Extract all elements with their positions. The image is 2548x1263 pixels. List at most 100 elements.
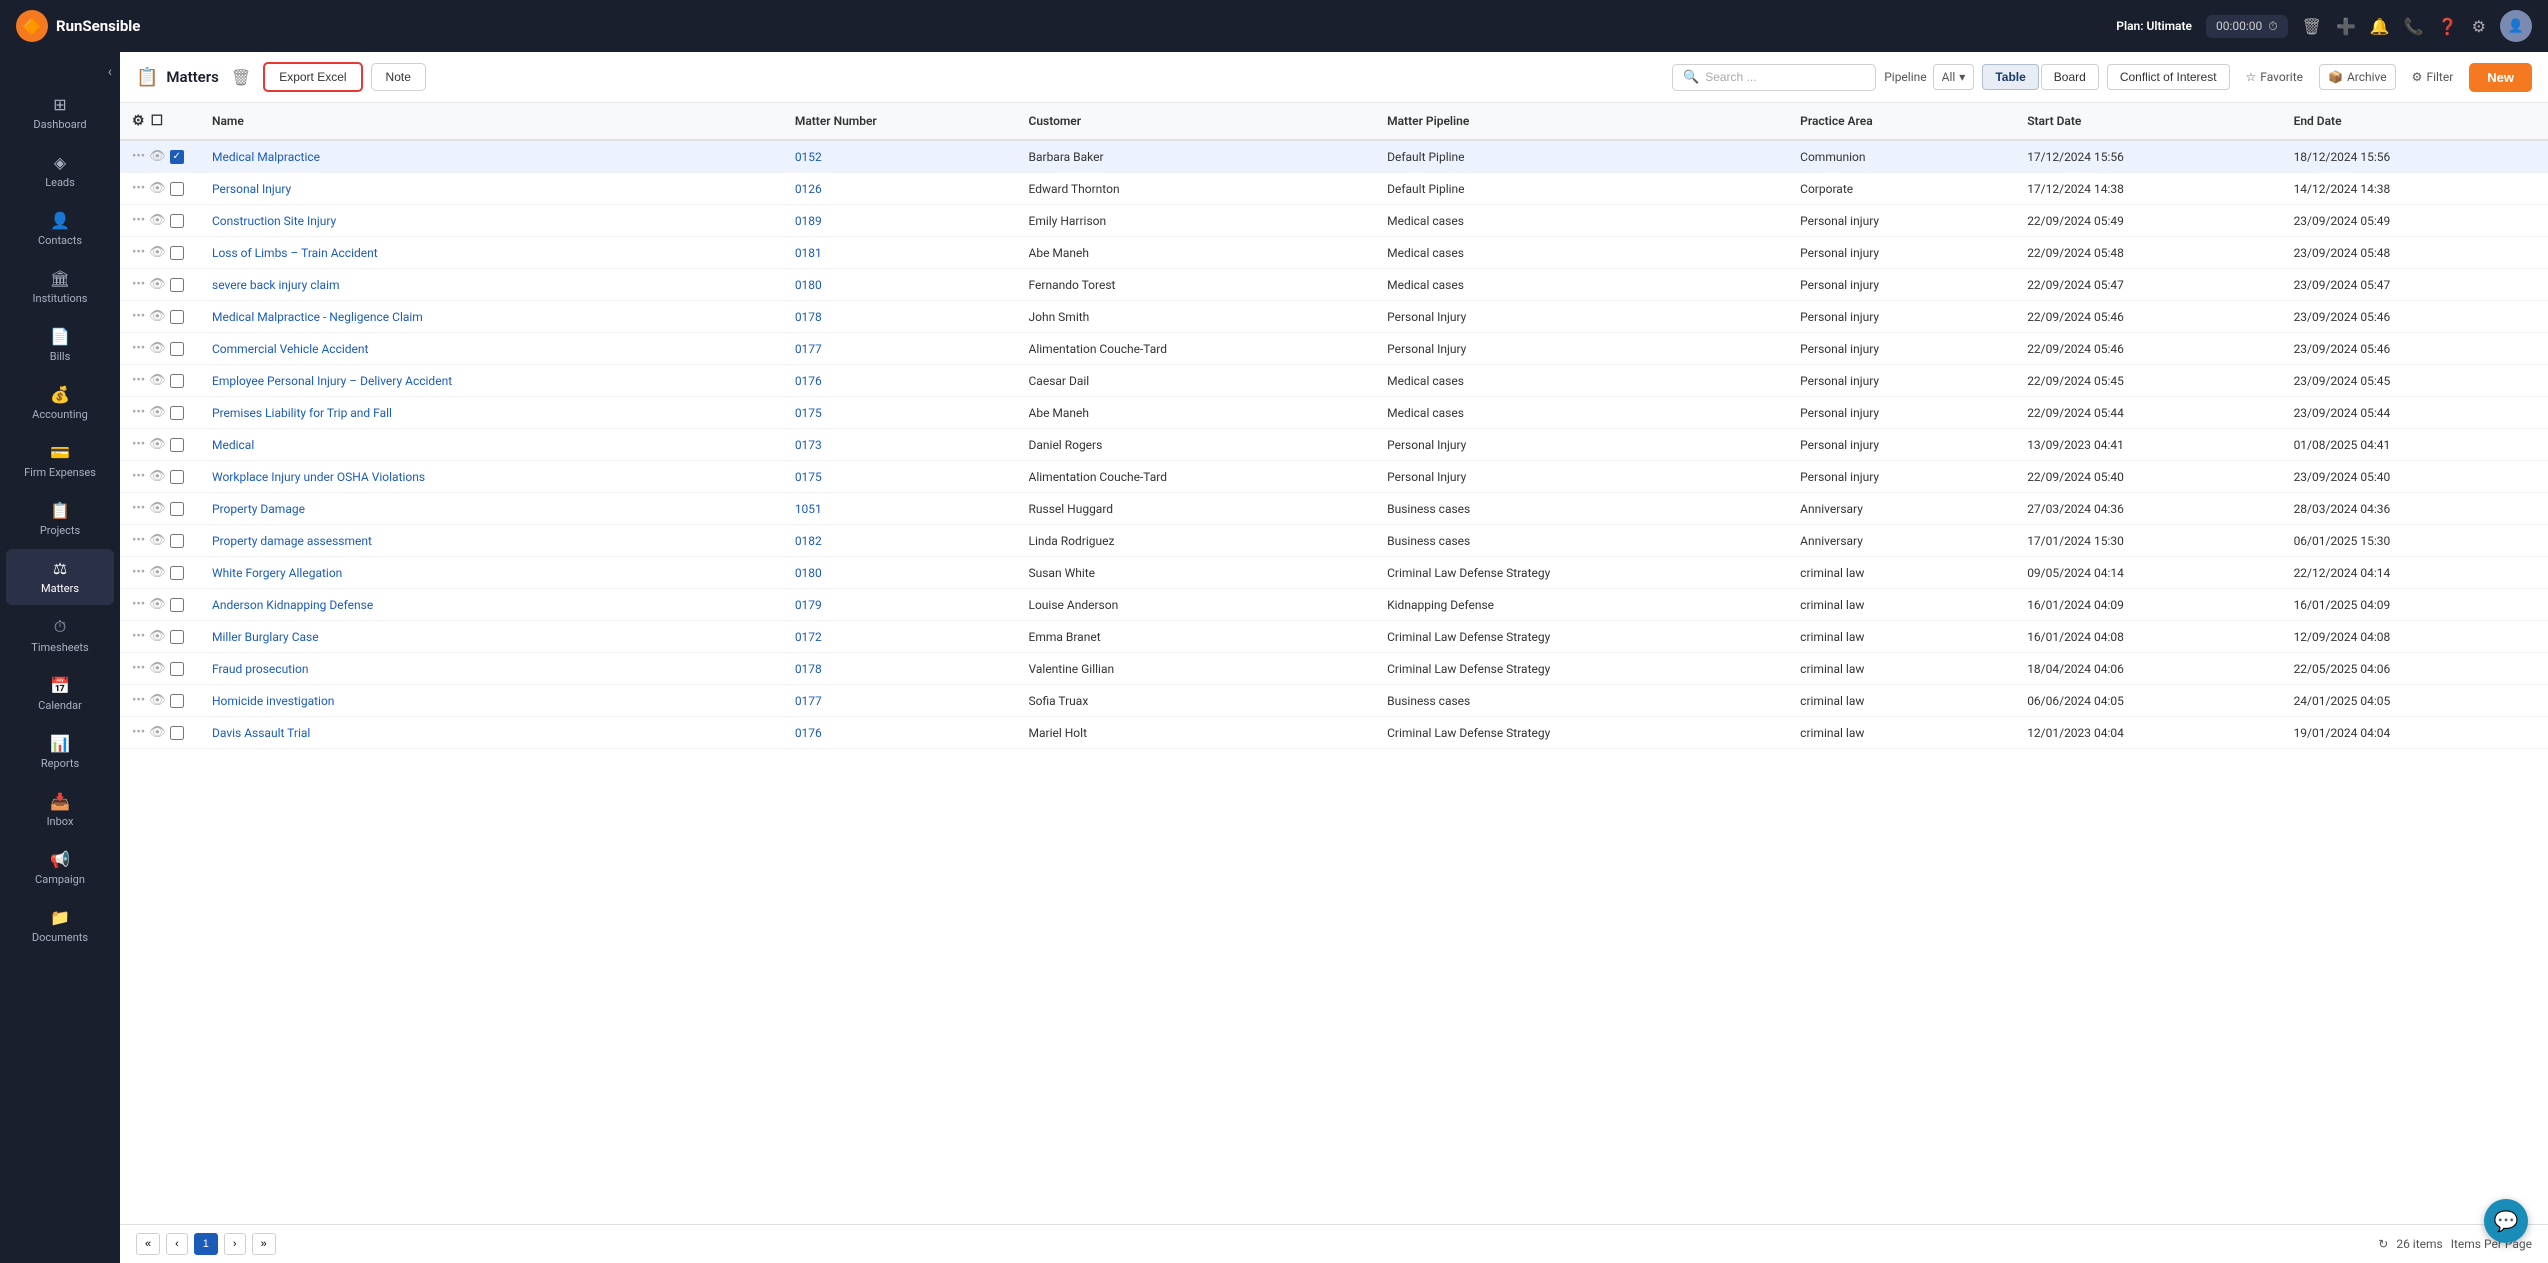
- row-more-icon[interactable]: •••: [132, 629, 145, 644]
- row-checkbox[interactable]: [170, 566, 184, 580]
- view-table-button[interactable]: Table: [1982, 64, 2038, 90]
- avatar[interactable]: 👤: [2500, 10, 2532, 42]
- bell-icon[interactable]: 🔔: [2370, 17, 2390, 36]
- sidebar-item-projects[interactable]: 📋 Projects: [6, 491, 114, 547]
- row-checkbox[interactable]: [170, 438, 184, 452]
- row-checkbox[interactable]: [170, 598, 184, 612]
- row-more-icon[interactable]: •••: [132, 245, 145, 260]
- row-eye-icon[interactable]: 👁: [149, 533, 166, 548]
- add-icon[interactable]: ➕: [2336, 17, 2356, 36]
- row-name[interactable]: Premises Liability for Trip and Fall: [200, 397, 783, 429]
- export-excel-button[interactable]: Export Excel: [263, 62, 362, 92]
- row-eye-icon[interactable]: 👁: [149, 693, 166, 708]
- row-eye-icon[interactable]: 👁: [149, 373, 166, 388]
- select-all-icon[interactable]: ☐: [151, 113, 164, 129]
- row-eye-icon[interactable]: 👁: [149, 309, 166, 324]
- sidebar-item-contacts[interactable]: 👤 Contacts: [6, 201, 114, 257]
- row-name[interactable]: Personal Injury: [200, 173, 783, 205]
- row-more-icon[interactable]: •••: [132, 373, 145, 388]
- conflict-of-interest-button[interactable]: Conflict of Interest: [2107, 64, 2230, 90]
- sidebar-item-timesheets[interactable]: ⏱ Timesheets: [6, 607, 114, 664]
- row-eye-icon[interactable]: 👁: [149, 469, 166, 484]
- row-more-icon[interactable]: •••: [132, 405, 145, 420]
- timer-display[interactable]: 00:00:00 ⏱: [2206, 15, 2288, 38]
- sidebar-item-matters[interactable]: ⚖ Matters: [6, 549, 114, 605]
- help-icon[interactable]: ❓: [2438, 17, 2458, 36]
- page-prev-btn[interactable]: ‹: [166, 1233, 188, 1255]
- row-eye-icon[interactable]: 👁: [149, 213, 166, 228]
- row-checkbox[interactable]: [170, 502, 184, 516]
- phone-icon[interactable]: 📞: [2404, 17, 2424, 36]
- view-board-button[interactable]: Board: [2041, 64, 2099, 90]
- row-more-icon[interactable]: •••: [132, 213, 145, 228]
- settings-col-icon[interactable]: ⚙: [132, 113, 145, 129]
- row-eye-icon[interactable]: 👁: [149, 245, 166, 260]
- row-eye-icon[interactable]: 👁: [149, 565, 166, 580]
- row-eye-icon[interactable]: 👁: [149, 437, 166, 452]
- sidebar-item-bills[interactable]: 📄 Bills: [6, 317, 114, 373]
- row-name[interactable]: Davis Assault Trial: [200, 717, 783, 749]
- sidebar-item-reports[interactable]: 📊 Reports: [6, 724, 114, 780]
- row-eye-icon[interactable]: 👁: [149, 277, 166, 292]
- row-name[interactable]: Medical Malpractice: [200, 140, 783, 173]
- row-more-icon[interactable]: •••: [132, 469, 145, 484]
- row-checkbox[interactable]: [170, 534, 184, 548]
- row-more-icon[interactable]: •••: [132, 501, 145, 516]
- favorite-button[interactable]: ☆ Favorite: [2238, 65, 2311, 89]
- sidebar-item-firm-expenses[interactable]: 💳 Firm Expenses: [6, 433, 114, 489]
- refresh-icon[interactable]: ↻: [2378, 1237, 2388, 1251]
- row-more-icon[interactable]: •••: [132, 437, 145, 452]
- row-more-icon[interactable]: •••: [132, 341, 145, 356]
- row-checkbox[interactable]: [170, 662, 184, 676]
- sidebar-item-accounting[interactable]: 💰 Accounting: [6, 375, 114, 431]
- row-more-icon[interactable]: •••: [132, 693, 145, 708]
- row-eye-icon[interactable]: 👁: [149, 501, 166, 516]
- row-name[interactable]: White Forgery Allegation: [200, 557, 783, 589]
- filter-button[interactable]: ⚙ Filter: [2404, 65, 2462, 89]
- row-checkbox[interactable]: [170, 726, 184, 740]
- row-more-icon[interactable]: •••: [132, 661, 145, 676]
- row-eye-icon[interactable]: 👁: [149, 629, 166, 644]
- page-current-btn[interactable]: 1: [194, 1233, 218, 1255]
- row-checkbox[interactable]: [170, 342, 184, 356]
- row-name[interactable]: Homicide investigation: [200, 685, 783, 717]
- sidebar-item-calendar[interactable]: 📅 Calendar: [6, 666, 114, 722]
- row-checkbox[interactable]: [170, 470, 184, 484]
- row-checkbox[interactable]: [170, 374, 184, 388]
- sidebar-item-inbox[interactable]: 📥 Inbox: [6, 782, 114, 838]
- settings-icon[interactable]: ⚙: [2472, 17, 2486, 36]
- row-checkbox[interactable]: [170, 214, 184, 228]
- row-more-icon[interactable]: •••: [132, 277, 145, 292]
- row-name[interactable]: Construction Site Injury: [200, 205, 783, 237]
- page-last-btn[interactable]: »: [252, 1233, 276, 1255]
- sidebar-item-campaign[interactable]: 📢 Campaign: [6, 840, 114, 896]
- row-name[interactable]: Fraud prosecution: [200, 653, 783, 685]
- row-checkbox[interactable]: [170, 694, 184, 708]
- row-name[interactable]: Miller Burglary Case: [200, 621, 783, 653]
- row-eye-icon[interactable]: 👁: [149, 341, 166, 356]
- row-name[interactable]: Loss of Limbs – Train Accident: [200, 237, 783, 269]
- sidebar-item-dashboard[interactable]: ⊞ Dashboard: [6, 85, 114, 141]
- row-checkbox[interactable]: [170, 630, 184, 644]
- page-first-btn[interactable]: «: [136, 1233, 160, 1255]
- row-more-icon[interactable]: •••: [132, 533, 145, 548]
- row-checkbox[interactable]: [170, 246, 184, 260]
- row-checkbox[interactable]: [170, 406, 184, 420]
- row-more-icon[interactable]: •••: [132, 181, 145, 196]
- row-more-icon[interactable]: •••: [132, 149, 145, 164]
- row-checkbox[interactable]: [170, 310, 184, 324]
- sidebar-item-leads[interactable]: ◈ Leads: [6, 143, 114, 199]
- row-more-icon[interactable]: •••: [132, 725, 145, 740]
- row-name[interactable]: severe back injury claim: [200, 269, 783, 301]
- row-name[interactable]: Anderson Kidnapping Defense: [200, 589, 783, 621]
- row-eye-icon[interactable]: 👁: [149, 149, 166, 164]
- row-checkbox[interactable]: [170, 278, 184, 292]
- archive-button[interactable]: 📦 Archive: [2319, 64, 2396, 90]
- sidebar-item-institutions[interactable]: 🏛 Institutions: [6, 259, 114, 315]
- chat-bubble[interactable]: 💬: [2484, 1199, 2528, 1243]
- pipeline-select[interactable]: All ▾: [1933, 64, 1975, 90]
- trash-icon[interactable]: 🗑: [2302, 17, 2322, 36]
- row-more-icon[interactable]: •••: [132, 309, 145, 324]
- search-input[interactable]: [1705, 70, 1865, 84]
- app-logo[interactable]: 🔶 RunSensible: [16, 10, 140, 42]
